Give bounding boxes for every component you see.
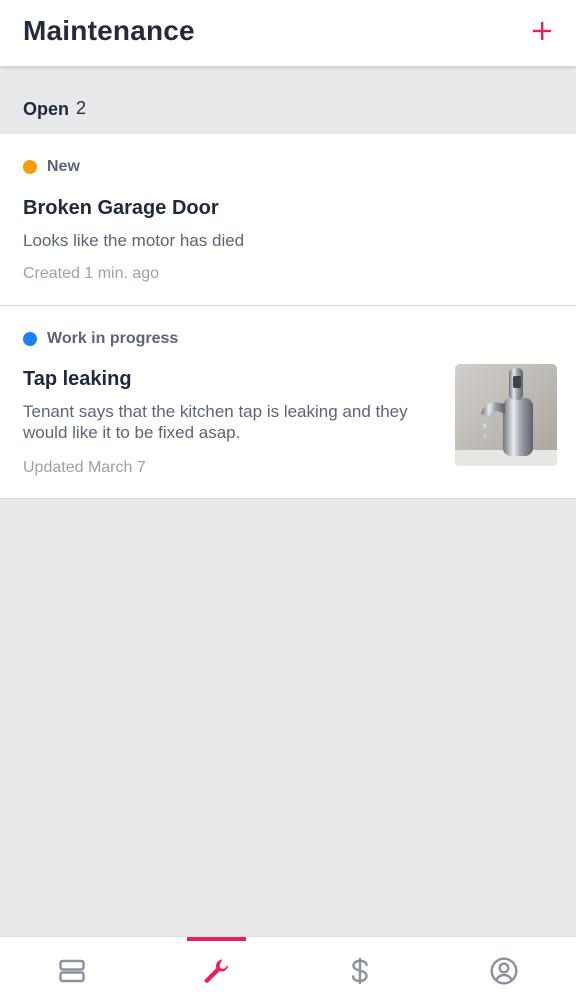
nav-item-payments[interactable] [288, 937, 432, 1003]
nav-item-maintenance[interactable] [144, 937, 288, 1003]
plus-icon [533, 22, 551, 40]
request-title: Tap leaking [23, 368, 132, 390]
section-count: 2 [76, 98, 87, 118]
add-request-button[interactable] [530, 19, 554, 43]
request-card[interactable]: New Broken Garage Door Looks like the mo… [0, 134, 576, 306]
active-tab-indicator [187, 937, 246, 941]
nav-item-properties[interactable] [0, 937, 144, 1003]
dollar-icon [352, 957, 368, 984]
request-timestamp: Updated March 7 [23, 459, 146, 476]
app-header: Maintenance [0, 0, 576, 66]
tap-photo-icon [455, 364, 557, 466]
status: Work in progress [23, 330, 178, 348]
status: New [23, 158, 80, 176]
request-card[interactable]: Work in progress Tap leaking Tenant says… [0, 306, 576, 499]
bottom-nav [0, 936, 576, 1003]
page-title: Maintenance [23, 15, 195, 46]
status-dot [23, 332, 37, 346]
request-thumbnail[interactable] [455, 364, 557, 466]
section-header: Open 2 [0, 66, 576, 134]
status-label: Work in progress [47, 330, 179, 347]
request-description: Tenant says that the kitchen tap is leak… [23, 402, 408, 442]
status-dot [23, 160, 37, 174]
request-description: Looks like the motor has died [23, 231, 245, 250]
wrench-icon [204, 958, 229, 983]
status-label: New [47, 158, 80, 175]
request-timestamp: Created 1 min. ago [23, 265, 160, 282]
properties-icon [59, 959, 85, 982]
profile-icon [490, 956, 518, 985]
section-title: Open [23, 99, 70, 119]
request-title: Broken Garage Door [23, 197, 219, 219]
nav-item-profile[interactable] [432, 937, 576, 1003]
